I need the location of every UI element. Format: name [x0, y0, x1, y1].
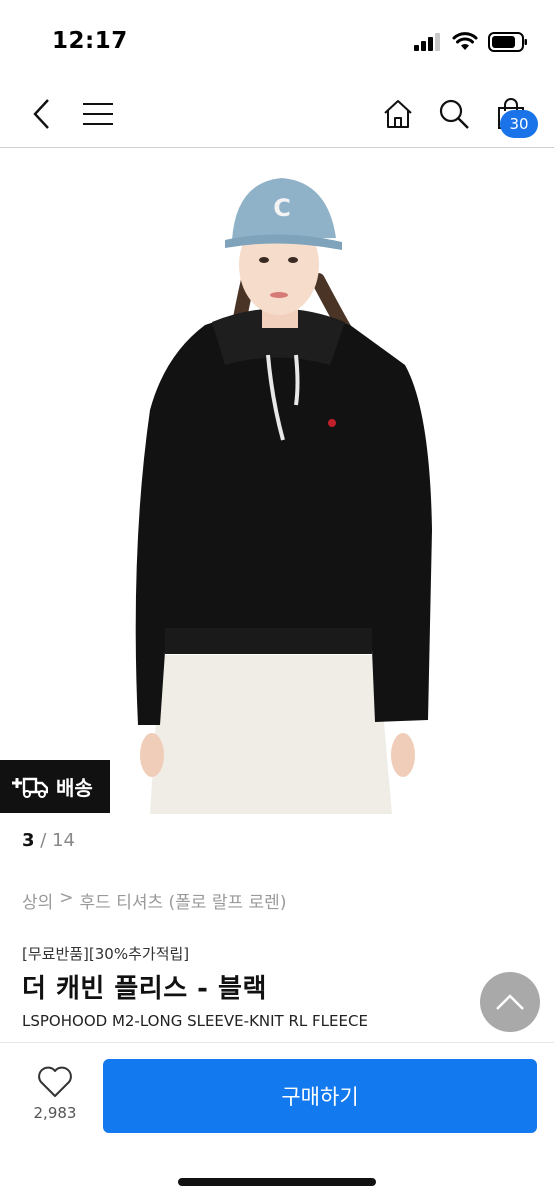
status-bar: 12:17 [0, 0, 554, 80]
like-button[interactable]: 2,983 [26, 1066, 84, 1122]
svg-text:C: C [273, 194, 291, 222]
shipping-badge: 배송 [0, 760, 110, 813]
chevron-left-icon [33, 99, 49, 129]
wifi-icon [452, 32, 478, 50]
home-button[interactable] [374, 90, 422, 138]
product-photo: C [135, 178, 432, 814]
cart-count-badge: 30 [500, 110, 538, 138]
breadcrumb-subcategory[interactable]: 후드 티셔츠 (폴로 랄프 로렌) [80, 888, 287, 913]
hamburger-icon [83, 103, 113, 125]
chevron-up-icon [496, 994, 524, 1010]
shipping-label: 배송 [56, 776, 93, 800]
like-count: 2,983 [33, 1104, 77, 1122]
search-button[interactable] [430, 90, 478, 138]
image-pager: 3 / 14 [22, 830, 75, 851]
signal-icon [414, 33, 440, 51]
pager-separator: / [40, 830, 47, 851]
product-subtitle: LSPOHOOD M2-LONG SLEEVE-KNIT RL FLEECE [22, 1012, 368, 1030]
pager-total: 14 [52, 830, 75, 851]
product-title: 더 캐빈 플리스 - 블랙 [22, 974, 267, 1004]
pager-current: 3 [22, 830, 35, 851]
breadcrumb-separator: > [59, 888, 74, 908]
product-image[interactable]: C [0, 150, 554, 814]
navigation-bar [0, 80, 554, 148]
delivery-truck-icon [12, 777, 48, 798]
status-icons [414, 32, 528, 52]
status-time: 12:17 [52, 28, 128, 54]
breadcrumb-category[interactable]: 상의 [22, 888, 53, 913]
back-button[interactable] [18, 90, 66, 138]
breadcrumb: 상의 > 후드 티셔츠 (폴로 랄프 로렌) [22, 888, 286, 913]
search-icon [439, 99, 469, 129]
scroll-top-button[interactable] [480, 972, 540, 1032]
heart-icon [38, 1066, 72, 1097]
home-icon [384, 100, 412, 128]
menu-button[interactable] [74, 90, 122, 138]
home-indicator [178, 1178, 376, 1186]
battery-icon [488, 32, 527, 52]
product-tags: [무료반품][30%추가적립] [22, 945, 190, 963]
buy-button[interactable]: 구매하기 [103, 1059, 537, 1133]
